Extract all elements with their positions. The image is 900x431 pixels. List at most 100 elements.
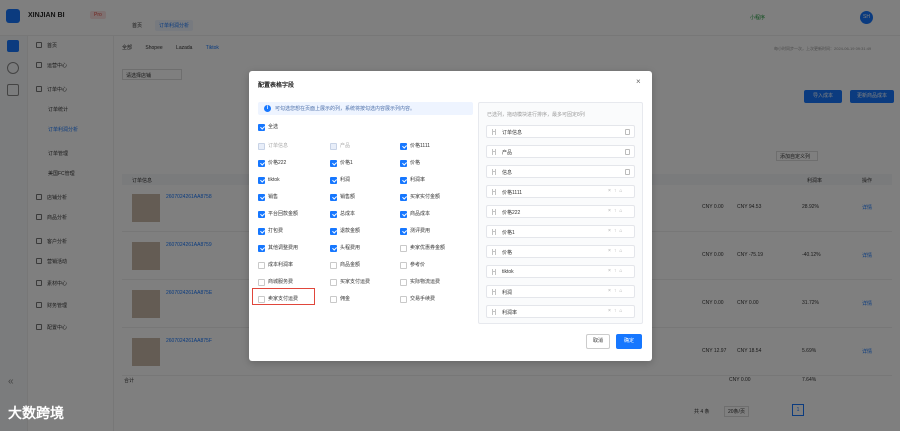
field-label: tiktok [268,177,280,183]
field-label: 买家支付运费 [340,279,371,285]
selected-column-item[interactable]: 价格 ×↑⌂ [486,245,635,258]
selected-column-item[interactable]: tiktok ×↑⌂ [486,265,635,278]
pin-icon[interactable]: ⌂ [619,248,625,254]
field-label: 商城服务费 [268,279,294,285]
drag-handle-icon[interactable] [492,189,496,195]
selected-column-item[interactable]: 价格1111 ×↑⌂ [486,185,635,198]
drag-handle-icon[interactable] [492,249,496,255]
field-label: 价格1111 [410,143,431,149]
drag-handle-icon[interactable] [492,169,496,175]
checkbox-box [330,211,337,218]
cancel-button[interactable]: 取消 [586,334,610,349]
checkbox-box [258,279,265,286]
selected-column-item[interactable]: 价格1 ×↑⌂ [486,225,635,238]
pin-icon[interactable] [625,169,630,175]
select-all-label: 全选 [268,124,279,130]
checkbox-box [258,194,265,201]
checkbox-box [330,228,337,235]
checkbox-box [258,143,265,150]
field-label: 销售 [268,194,279,200]
item-actions: ×↑⌂ [608,288,625,294]
checkbox-box [330,245,337,252]
checkbox-box [400,262,407,269]
pin-icon[interactable]: ⌂ [619,308,625,314]
field-label: 佣金 [340,296,351,302]
selected-columns-panel: 已选列，拖动模块进行排序，最多可固定8列 订单信息产品信息价格1111 ×↑⌂ 价格… [478,102,643,324]
selected-column-label: 价格222 [502,210,521,216]
drag-handle-icon[interactable] [492,309,496,315]
selected-column-item[interactable]: 产品 [486,145,635,158]
confirm-button[interactable]: 确定 [616,334,642,349]
field-label: 订单信息 [268,143,289,149]
checkbox-box [400,211,407,218]
checkbox-box [400,160,407,167]
checkbox-box [258,228,265,235]
selected-column-item[interactable]: 信息 [486,165,635,178]
checkbox-box [258,245,265,252]
info-icon: i [264,105,271,112]
item-actions: ×↑⌂ [608,188,625,194]
selected-column-label: 产品 [502,150,513,156]
field-label: 总成本 [340,211,356,217]
pin-icon[interactable]: ⌂ [619,208,625,214]
field-label: 平台回款金额 [268,211,299,217]
field-label: 产品 [340,143,351,149]
selected-column-item[interactable]: 利润 ×↑⌂ [486,285,635,298]
selected-column-label: 价格1 [502,230,515,236]
checkbox-box [330,160,337,167]
field-label: 价格1 [340,160,353,166]
field-label: 价格 [410,160,421,166]
field-label: 实际物流运费 [410,279,441,285]
item-actions: ×↑⌂ [608,248,625,254]
selected-column-label: 订单信息 [502,130,523,136]
drag-handle-icon[interactable] [492,269,496,275]
field-label: 商品金额 [340,262,361,268]
checkbox-box [330,177,337,184]
watermark-brand: 大数跨境 [8,405,64,421]
field-label: 打包费 [268,228,284,234]
field-label: 测评费用 [410,228,431,234]
field-label: 成本利润率 [268,262,294,268]
info-notice: i 可勾选您想在页面上展示的列，系统将按勾选内容展示列内容。 [258,102,473,115]
selected-column-label: tiktok [502,269,514,275]
checkbox-box [258,124,265,131]
field-label: 销售额 [340,194,356,200]
checkbox-box [330,194,337,201]
selected-column-item[interactable]: 订单信息 [486,125,635,138]
drag-handle-icon[interactable] [492,229,496,235]
checkbox-box [258,160,265,167]
checkbox-box [330,296,337,303]
checkbox-box [330,279,337,286]
field-label: 头程费用 [340,245,361,251]
selected-column-item[interactable]: 利润率 ×↑⌂ [486,305,635,318]
close-icon[interactable]: × [636,77,641,86]
pin-icon[interactable] [625,129,630,135]
checkbox-box [400,143,407,150]
selected-column-item[interactable]: 价格222 ×↑⌂ [486,205,635,218]
field-label: 参考价 [410,262,426,268]
checkbox-box [400,228,407,235]
selected-column-label: 信息 [502,170,513,176]
field-label: 交易手续费 [410,296,436,302]
pin-icon[interactable]: ⌂ [619,288,625,294]
drag-handle-icon[interactable] [492,129,496,135]
item-actions: ×↑⌂ [608,228,625,234]
pin-icon[interactable] [625,149,630,155]
drag-handle-icon[interactable] [492,149,496,155]
checkbox-box [400,177,407,184]
checkbox-box [258,262,265,269]
checkbox-box [330,143,337,150]
pin-icon[interactable]: ⌂ [619,268,625,274]
checkbox-box [330,262,337,269]
drag-handle-icon[interactable] [492,289,496,295]
pin-icon[interactable]: ⌂ [619,188,625,194]
selected-column-label: 价格 [502,250,513,256]
field-label: 其他调整费用 [268,245,299,251]
item-actions: ×↑⌂ [608,268,625,274]
field-label: 利润率 [410,177,426,183]
pin-icon[interactable]: ⌂ [619,228,625,234]
selected-panel-hint: 已选列，拖动模块进行排序，最多可固定8列 [487,112,585,118]
checkbox-box [400,245,407,252]
drag-handle-icon[interactable] [492,209,496,215]
highlight-annotation [252,288,315,305]
